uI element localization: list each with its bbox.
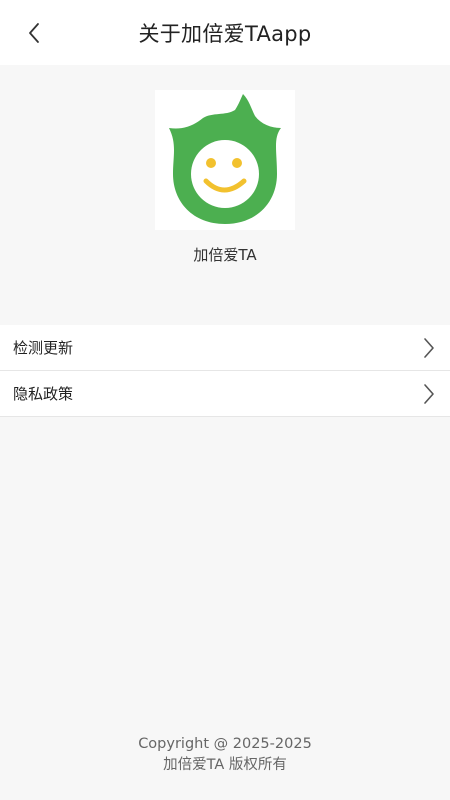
settings-list: 检测更新 隐私政策 [0, 325, 450, 417]
rights-text: 加倍爱TA 版权所有 [163, 757, 287, 773]
copyright-text: Copyright @ 2025-2025 [138, 736, 312, 752]
about-screen: 关于加倍爱TAapp 加倍爱TA 检测更新 隐私政策 Copyright @ 2… [0, 0, 450, 800]
chevron-right-icon [424, 384, 434, 404]
app-logo [155, 90, 295, 230]
chevron-right-icon [424, 338, 434, 358]
app-name: 加倍爱TA [193, 246, 257, 264]
check-update-label: 检测更新 [13, 339, 74, 357]
privacy-policy-item[interactable]: 隐私政策 [0, 371, 450, 417]
check-update-item[interactable]: 检测更新 [0, 325, 450, 371]
green-flame-smiley-logo-icon [169, 94, 281, 224]
copyright-footer: Copyright @ 2025-2025 加倍爱TA 版权所有 [0, 734, 450, 776]
privacy-policy-label: 隐私政策 [13, 385, 74, 403]
page-title: 关于加倍爱TAapp [138, 22, 312, 46]
top-bar: 关于加倍爱TAapp [0, 0, 450, 65]
